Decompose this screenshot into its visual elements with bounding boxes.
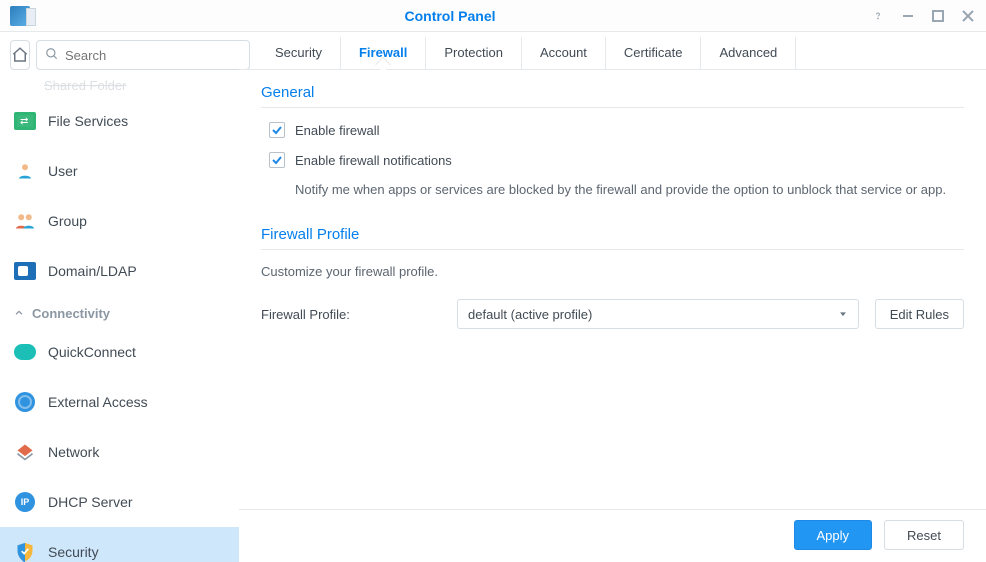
dhcp-icon: IP [14, 491, 36, 513]
tab-label: Firewall [359, 45, 407, 60]
tab-account[interactable]: Account [522, 37, 606, 69]
sidebar-item-label: DHCP Server [48, 494, 133, 510]
sidebar-item-label: Shared Folder [44, 78, 126, 93]
tab-label: Advanced [719, 45, 777, 60]
maximize-button[interactable] [930, 8, 946, 24]
search-icon [45, 47, 59, 64]
section-title-profile: Firewall Profile [261, 226, 964, 250]
sidebar-item-file-services[interactable]: ⇄ File Services [0, 96, 239, 146]
checkbox-icon [269, 122, 285, 138]
sidebar-item-label: QuickConnect [48, 344, 136, 360]
search-input-wrap[interactable] [36, 40, 250, 70]
checkbox-label: Enable firewall notifications [295, 153, 452, 168]
sidebar-section-label: Connectivity [32, 306, 110, 321]
sidebar: Shared Folder ⇄ File Services User Group [0, 32, 239, 562]
sidebar-item-label: User [48, 163, 78, 179]
tab-label: Certificate [624, 45, 683, 60]
network-icon [14, 441, 36, 463]
sidebar-item-quickconnect[interactable]: QuickConnect [0, 327, 239, 377]
user-icon [14, 160, 36, 182]
close-button[interactable] [960, 8, 976, 24]
titlebar: Control Panel [0, 0, 986, 32]
main-panel: Security Firewall Protection Account Cer… [239, 32, 986, 562]
profile-description: Customize your firewall profile. [261, 260, 964, 293]
minimize-button[interactable] [900, 8, 916, 24]
sidebar-item-user[interactable]: User [0, 146, 239, 196]
sidebar-item-label: Group [48, 213, 87, 229]
button-label: Edit Rules [890, 307, 949, 322]
sidebar-item-label: Security [48, 544, 99, 560]
search-input[interactable] [65, 48, 241, 63]
footer-bar: Apply Reset [239, 509, 986, 562]
chevron-up-icon [14, 306, 24, 321]
external-access-icon [14, 391, 36, 413]
sidebar-item-group[interactable]: Group [0, 196, 239, 246]
checkbox-label: Enable firewall [295, 123, 380, 138]
tab-label: Security [275, 45, 322, 60]
app-icon [10, 6, 30, 26]
tab-advanced[interactable]: Advanced [701, 37, 796, 69]
file-services-icon: ⇄ [14, 110, 36, 132]
window-title: Control Panel [30, 8, 870, 24]
group-icon [14, 210, 36, 232]
reset-button[interactable]: Reset [884, 520, 964, 550]
tab-protection[interactable]: Protection [426, 37, 522, 69]
domain-ldap-icon [14, 260, 36, 282]
sidebar-item-label: External Access [48, 394, 148, 410]
tab-security[interactable]: Security [257, 37, 341, 69]
button-label: Apply [817, 528, 850, 543]
content-area: General Enable firewall Enable firewall … [239, 70, 986, 509]
profile-select[interactable]: default (active profile) [457, 299, 859, 329]
sidebar-item-label: Domain/LDAP [48, 263, 137, 279]
sidebar-section-connectivity[interactable]: Connectivity [0, 296, 239, 327]
help-button[interactable] [870, 8, 886, 24]
tab-firewall[interactable]: Firewall [341, 37, 426, 69]
sidebar-item-network[interactable]: Network [0, 427, 239, 477]
sidebar-item-dhcp-server[interactable]: IP DHCP Server [0, 477, 239, 527]
section-title-general: General [261, 84, 964, 108]
sidebar-item-shared-folder[interactable]: Shared Folder [0, 78, 239, 96]
sidebar-item-label: File Services [48, 113, 128, 129]
sidebar-scroll[interactable]: Shared Folder ⇄ File Services User Group [0, 76, 239, 562]
tab-bar: Security Firewall Protection Account Cer… [239, 32, 986, 70]
tab-certificate[interactable]: Certificate [606, 37, 702, 69]
profile-row: Firewall Profile: default (active profil… [261, 293, 964, 329]
apply-button[interactable]: Apply [794, 520, 873, 550]
tab-label: Account [540, 45, 587, 60]
sidebar-item-external-access[interactable]: External Access [0, 377, 239, 427]
profile-select-value: default (active profile) [468, 307, 592, 322]
checkbox-icon [269, 152, 285, 168]
button-label: Reset [907, 528, 941, 543]
sidebar-item-security[interactable]: Security [0, 527, 239, 562]
tab-label: Protection [444, 45, 503, 60]
sidebar-item-label: Network [48, 444, 99, 460]
edit-rules-button[interactable]: Edit Rules [875, 299, 964, 329]
checkbox-enable-firewall[interactable]: Enable firewall [261, 118, 964, 148]
shield-icon [14, 541, 36, 562]
notification-description: Notify me when apps or services are bloc… [261, 178, 964, 214]
sidebar-item-domain-ldap[interactable]: Domain/LDAP [0, 246, 239, 296]
window-buttons [870, 8, 976, 24]
profile-field-label: Firewall Profile: [261, 307, 441, 322]
chevron-down-icon [838, 307, 848, 322]
home-button[interactable] [10, 40, 30, 70]
checkbox-enable-notifications[interactable]: Enable firewall notifications [261, 148, 964, 178]
quickconnect-icon [14, 341, 36, 363]
